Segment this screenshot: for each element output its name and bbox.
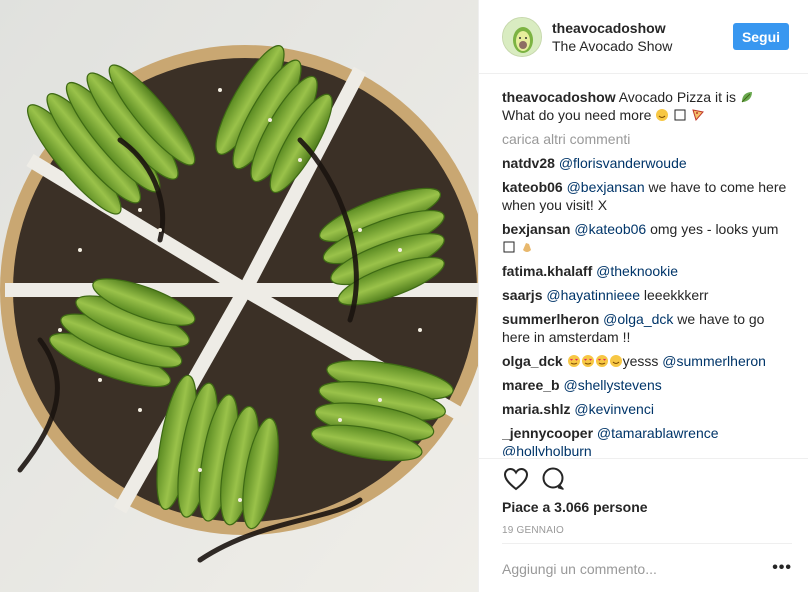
comment-username[interactable]: maria.shlz xyxy=(502,401,570,417)
smile-emoji-icon xyxy=(655,108,669,122)
comment-item: natdv28 @florisvanderwoude xyxy=(502,154,792,172)
header-username[interactable]: theavocadoshow xyxy=(552,20,666,36)
comment-username[interactable]: olga_dck xyxy=(502,353,563,369)
post-header: theavocadoshow The Avocado Show Segui xyxy=(479,0,808,74)
comments-list[interactable]: theavocadoshow Avocado Pizza it is What … xyxy=(502,88,792,456)
speech-bubble-icon[interactable] xyxy=(539,465,567,493)
comment-item: kateob06 @bexjansan we have to come here… xyxy=(502,178,792,214)
post-photo[interactable] xyxy=(0,0,478,592)
comment-text: omg yes - looks yum xyxy=(650,221,779,237)
avocado-logo-icon xyxy=(503,18,541,56)
comment-mention[interactable]: @hayatinnieee xyxy=(546,287,640,303)
post-actions: Piace a 3.066 persone 19 GENNAIO xyxy=(479,458,808,540)
more-options-icon[interactable]: ••• xyxy=(772,559,792,577)
instagram-post: theavocadoshow The Avocado Show Segui th… xyxy=(0,0,808,592)
smile-emoji-icon xyxy=(609,354,623,368)
comment-username[interactable]: maree_b xyxy=(502,377,560,393)
comment-text: leeekkkerr xyxy=(643,287,709,303)
comment-username[interactable]: saarjs xyxy=(502,287,542,303)
comment-item: summerlheron @olga_dck we have to go her… xyxy=(502,310,792,346)
likes-count[interactable]: Piace a 3.066 persone xyxy=(502,499,648,515)
caption-text: Avocado Pizza it is xyxy=(618,89,736,105)
box-emoji-icon xyxy=(502,240,516,254)
comment-mention[interactable]: @bexjansan xyxy=(567,179,645,195)
post-side-panel: theavocadoshow The Avocado Show Segui th… xyxy=(478,0,808,592)
comment-mention[interactable]: @kevinvenci xyxy=(574,401,654,417)
comment-item: maria.shlz @kevinvenci xyxy=(502,400,792,418)
heart-eyes-emoji-icon xyxy=(581,354,595,368)
avocado-pizza-image xyxy=(0,0,478,592)
comment-mention[interactable]: @summerlheron xyxy=(662,353,766,369)
avatar[interactable] xyxy=(502,17,542,57)
comment-username[interactable]: summerlheron xyxy=(502,311,599,327)
comment-mention[interactable]: @olga_dck xyxy=(603,311,673,327)
clapping-hands-emoji-icon xyxy=(520,240,534,254)
comment-username[interactable]: kateob06 xyxy=(502,179,563,195)
comment-item: fatima.khalaff @theknookie xyxy=(502,262,792,280)
comment-username[interactable]: bexjansan xyxy=(502,221,570,237)
comment-username[interactable]: _jennycooper xyxy=(502,425,593,441)
comment-item: bexjansan @kateob06 omg yes - looks yum xyxy=(502,220,792,256)
comment-mention[interactable]: @theknookie xyxy=(596,263,678,279)
caption-text-line2: What do you need more xyxy=(502,107,652,123)
comment-username[interactable]: natdv28 xyxy=(502,155,555,171)
comment-item: maree_b @shellystevens xyxy=(502,376,792,394)
box-emoji-icon xyxy=(673,108,687,122)
comment-input[interactable] xyxy=(502,561,742,577)
comment-item: _jennycooper @tamarablawrence @hollyholb… xyxy=(502,424,792,456)
comment-mention[interactable]: @tamarablawrence xyxy=(597,425,719,441)
comment-mention[interactable]: @shellystevens xyxy=(563,377,661,393)
leaf-emoji-icon xyxy=(740,90,754,104)
heart-eyes-emoji-icon xyxy=(567,354,581,368)
heart-icon[interactable] xyxy=(502,465,530,493)
comment-mention[interactable]: @kateob06 xyxy=(574,221,646,237)
comment-item: olga_dck yesss @summerlheron xyxy=(502,352,792,370)
comment-item: saarjs @hayatinnieee leeekkkerr xyxy=(502,286,792,304)
comment-mention[interactable]: @florisvanderwoude xyxy=(559,155,687,171)
pizza-emoji-icon xyxy=(691,108,705,122)
heart-eyes-emoji-icon xyxy=(595,354,609,368)
comment-text: yesss xyxy=(622,353,659,369)
header-full-name: The Avocado Show xyxy=(552,38,673,54)
post-date: 19 GENNAIO xyxy=(502,525,565,536)
comment-username[interactable]: fatima.khalaff xyxy=(502,263,592,279)
caption-username[interactable]: theavocadoshow xyxy=(502,89,616,105)
post-caption: theavocadoshow Avocado Pizza it is What … xyxy=(502,88,792,124)
follow-button[interactable]: Segui xyxy=(733,23,789,50)
add-comment-bar: ••• xyxy=(502,543,792,592)
load-more-comments-link[interactable]: carica altri commenti xyxy=(502,130,792,148)
comment-mention[interactable]: @hollyholburn xyxy=(502,443,592,456)
